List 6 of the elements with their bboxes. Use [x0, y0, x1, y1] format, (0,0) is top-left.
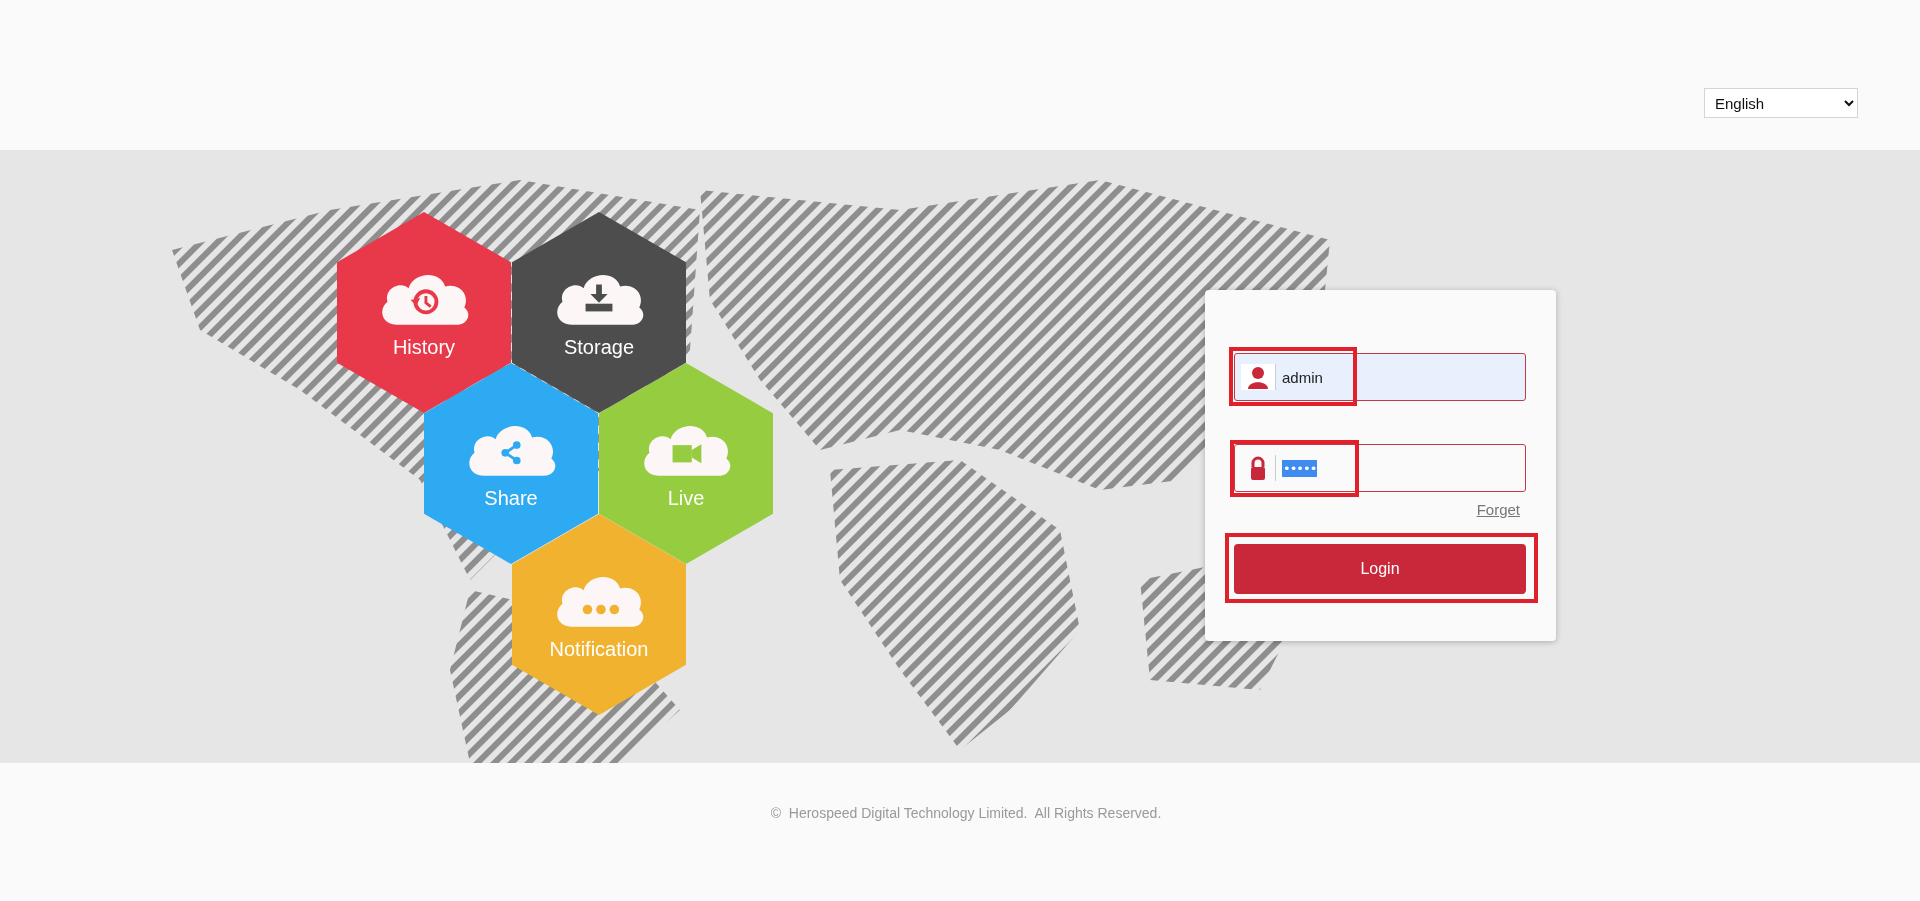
username-field[interactable]: admin [1234, 353, 1526, 401]
user-icon [1241, 364, 1275, 390]
language-select[interactable]: English [1704, 88, 1858, 118]
forget-link[interactable]: Forget [1476, 501, 1520, 518]
login-button[interactable]: Login [1234, 544, 1526, 594]
copyright-text: © Herospeed Digital Technology Limited. All Rights Reserved. [770, 805, 1162, 823]
